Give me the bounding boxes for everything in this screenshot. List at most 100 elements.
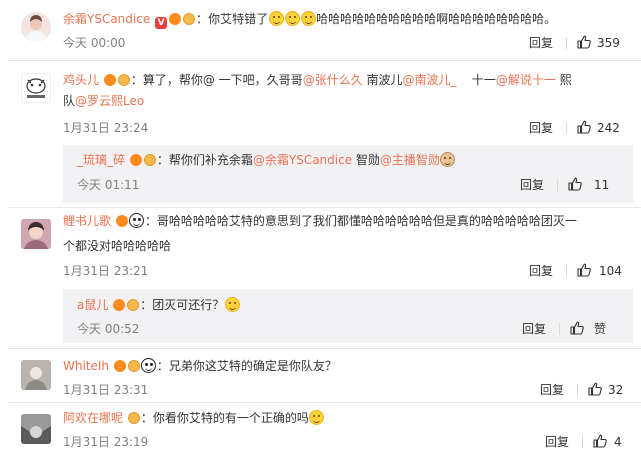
vip-badge-icon: [113, 360, 126, 372]
comment-body: 智勋: [352, 153, 380, 167]
avatar[interactable]: [21, 219, 51, 249]
avatar[interactable]: [21, 360, 51, 390]
reply-button[interactable]: 回复: [529, 36, 553, 50]
reply-button[interactable]: 回复: [529, 264, 553, 278]
comment-text: 鸡头儿 ：算了，帮你@ 一下吧，久哥哥@张什么久 南波儿@南波儿_ 十一@解说十…: [63, 73, 572, 87]
avatar[interactable]: [21, 73, 51, 103]
comment-body: 算了，帮你@ 一下吧，久哥哥: [142, 73, 303, 87]
reply-thread: a鼠儿 ：团灭可还行？ 今天 00:52 回复 赞: [63, 289, 633, 343]
divider: [557, 179, 558, 191]
like-count: 4: [614, 435, 622, 449]
comment-body: 团灭可还行？: [152, 298, 225, 312]
laugh-cry-emoji-icon: [224, 297, 240, 312]
medal-badge-icon: [127, 412, 140, 424]
comment-text: 余霜YSCandice V ：你艾特错了 哈哈哈哈哈哈哈哈哈哈啊哈哈哈哈哈哈哈哈。: [63, 11, 557, 29]
mention-link[interactable]: @罗云熙Leo: [75, 94, 144, 108]
comment-text: WhiteIh ：兄弟你这艾特的确定是你队友？: [63, 358, 337, 373]
comment-item: 阿欢在哪呢 ：你看你艾特的有一个正确的吗 1月31日 23:19 回复 4: [0, 402, 641, 459]
comment-item: 余霜YSCandice V ：你艾特错了 哈哈哈哈哈哈哈哈哈哈啊哈哈哈哈哈哈哈哈。 …: [0, 0, 641, 60]
divider: [577, 384, 578, 396]
comment-text: 鲤书儿歌 ：哥哈哈哈哈哈艾特的意思到了我们都懂哈哈哈哈哈哈但是真的哈哈哈哈哈团灭…: [63, 213, 577, 228]
thumbs-up-icon[interactable]: [570, 321, 584, 335]
like-count: 104: [599, 264, 622, 278]
medal-badge-icon: [143, 154, 156, 166]
reply-thread: _琉璃_碎 ：帮你们补充余霜@余霜YSCandice 智勋@主播智勋 今天 01…: [63, 145, 633, 203]
username-link[interactable]: 鸡头儿: [63, 73, 99, 87]
medal-badge-icon: [117, 74, 130, 86]
mention-link[interactable]: @余霜YSCandice: [253, 153, 352, 167]
reply-button[interactable]: 回复: [522, 322, 546, 336]
reply-time: 今天 00:52: [77, 322, 140, 336]
like-count: 32: [608, 383, 624, 397]
like-count: 242: [597, 121, 620, 135]
comment-body: 哥哈哈哈哈哈艾特的意思到了我们都懂哈哈哈哈哈哈但是真的哈哈哈哈哈团灭一: [156, 214, 577, 228]
username-link[interactable]: a鼠儿: [77, 298, 108, 312]
divider: [566, 265, 567, 277]
like-count: 359: [597, 36, 620, 50]
vip-badge-icon: [113, 299, 126, 311]
comment-text: 阿欢在哪呢 ：你看你艾特的有一个正确的吗: [63, 410, 325, 426]
avatar-photo-icon: [21, 414, 51, 444]
thumbs-up-icon[interactable]: [577, 35, 591, 49]
comment-time: 今天 00:00: [63, 36, 126, 50]
username-link[interactable]: 鲤书儿歌: [63, 214, 111, 228]
reply-text: _琉璃_碎 ：帮你们补充余霜@余霜YSCandice 智勋@主播智勋: [77, 152, 456, 168]
like-count: 11: [594, 178, 610, 192]
thumbs-up-icon[interactable]: [593, 434, 607, 448]
dog-emoji-icon: [440, 152, 456, 167]
reply-time: 今天 01:11: [77, 178, 140, 192]
vip-badge-icon: [169, 13, 182, 25]
comment-body-continued: 哈哈哈哈哈哈哈哈哈哈啊哈哈哈哈哈哈哈哈。: [316, 12, 557, 26]
divider: [559, 323, 560, 335]
mention-link[interactable]: @解说十一: [496, 73, 556, 87]
verified-badge-icon: V: [155, 17, 168, 29]
reply-text: a鼠儿 ：团灭可还行？: [77, 297, 240, 313]
username-link[interactable]: WhiteIh: [63, 359, 109, 373]
medal-badge-icon: [127, 360, 140, 372]
panda-emoji-icon: [141, 358, 157, 373]
comment-time: 1月31日 23:31: [63, 383, 149, 397]
comment-body: 帮你们补充余霜: [168, 153, 253, 167]
avatar-photo-icon: [21, 360, 51, 390]
avatar-cartoon-icon: [26, 78, 46, 98]
comment-body: 你看你艾特的有一个正确的吗: [152, 411, 309, 425]
comment-body: 队: [63, 94, 76, 108]
thumbs-up-icon[interactable]: [577, 120, 591, 134]
comment-text-line2: 个都没对哈哈哈哈哈: [63, 238, 171, 254]
vip-badge-icon: [103, 74, 116, 86]
username-link[interactable]: 余霜YSCandice: [63, 12, 150, 26]
mention-link[interactable]: @主播智勋: [380, 153, 440, 167]
reply-button[interactable]: 回复: [529, 121, 553, 135]
comment-time: 1月31日 23:21: [63, 264, 149, 278]
username-link[interactable]: _琉璃_碎: [77, 153, 125, 167]
comment-body: 南波儿: [362, 73, 403, 87]
divider: [566, 37, 567, 49]
panda-emoji-icon: [129, 213, 145, 228]
mention-link[interactable]: @张什么久: [303, 73, 363, 87]
divider: [582, 436, 583, 448]
smile-emoji-icon: [284, 11, 300, 26]
avatar[interactable]: [21, 12, 51, 42]
thumbs-up-icon[interactable]: [577, 263, 591, 277]
comment-text-line2: 队@罗云熙Leo: [63, 93, 144, 109]
divider: [566, 122, 567, 134]
vip-badge-icon: [115, 215, 128, 227]
comment-body: 熙: [555, 73, 572, 87]
mention-link[interactable]: @南波儿_: [403, 73, 457, 87]
avatar[interactable]: [21, 414, 51, 444]
comment-time: 1月31日 23:24: [63, 121, 149, 135]
reply-button[interactable]: 回复: [545, 435, 569, 449]
medal-badge-icon: [183, 13, 196, 25]
username-link[interactable]: 阿欢在哪呢: [63, 411, 123, 425]
medal-badge-icon: [127, 299, 140, 311]
comment-body: 个都没对哈哈哈哈哈: [63, 239, 172, 253]
thumbs-up-icon[interactable]: [568, 177, 582, 191]
comment-body: 十一: [456, 73, 496, 87]
reply-button[interactable]: 回复: [540, 383, 564, 397]
vip-badge-icon: [129, 154, 142, 166]
avatar-photo-icon: [21, 219, 51, 249]
reply-button[interactable]: 回复: [520, 178, 544, 192]
smile-emoji-icon: [268, 11, 284, 26]
like-label[interactable]: 赞: [594, 322, 606, 336]
thumbs-up-icon[interactable]: [588, 382, 602, 396]
